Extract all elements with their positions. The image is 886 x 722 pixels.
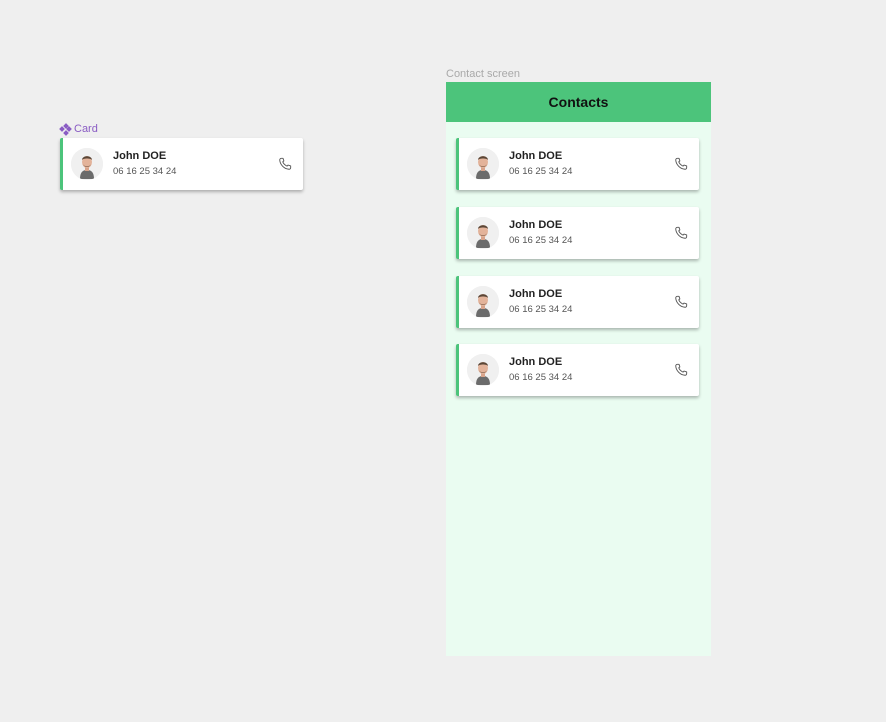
list-item[interactable]: John DOE 06 16 25 34 24 xyxy=(456,138,699,190)
phone-icon[interactable] xyxy=(277,156,293,172)
avatar xyxy=(467,148,499,180)
avatar-photo-icon xyxy=(467,217,499,249)
avatar xyxy=(467,217,499,249)
phone-icon[interactable] xyxy=(673,225,689,241)
contact-phone: 06 16 25 34 24 xyxy=(509,235,573,246)
component-label-text: Card xyxy=(74,123,98,135)
list-item[interactable]: John DOE 06 16 25 34 24 xyxy=(456,344,699,396)
list-item[interactable]: John DOE 06 16 25 34 24 xyxy=(456,207,699,259)
avatar-photo-icon xyxy=(467,148,499,180)
component-icon xyxy=(59,122,72,136)
contact-name: John DOE xyxy=(509,356,563,368)
list-item[interactable]: John DOE 06 16 25 34 24 xyxy=(456,276,699,328)
page-title: Contacts xyxy=(548,94,609,110)
frame-label[interactable]: Contact screen xyxy=(446,68,520,80)
contact-name: John DOE xyxy=(509,150,563,162)
contact-name: John DOE xyxy=(509,219,563,231)
avatar-photo-icon xyxy=(467,354,499,386)
avatar-photo-icon xyxy=(71,148,103,180)
contact-screen: Contacts John DOE 06 16 25 34 24 John DO… xyxy=(446,82,711,656)
screen-header: Contacts xyxy=(446,82,711,122)
avatar xyxy=(71,148,103,180)
contact-phone: 06 16 25 34 24 xyxy=(509,304,573,315)
contact-name: John DOE xyxy=(113,150,167,162)
phone-icon[interactable] xyxy=(673,294,689,310)
phone-icon[interactable] xyxy=(673,156,689,172)
avatar-photo-icon xyxy=(467,286,499,318)
component-label[interactable]: Card xyxy=(59,122,98,136)
avatar xyxy=(467,286,499,318)
contact-phone: 06 16 25 34 24 xyxy=(509,372,573,383)
contact-phone: 06 16 25 34 24 xyxy=(509,166,573,177)
contact-card-component[interactable]: John DOE 06 16 25 34 24 xyxy=(60,138,303,190)
contact-name: John DOE xyxy=(509,288,563,300)
avatar xyxy=(467,354,499,386)
phone-icon[interactable] xyxy=(673,362,689,378)
contact-phone: 06 16 25 34 24 xyxy=(113,166,177,177)
